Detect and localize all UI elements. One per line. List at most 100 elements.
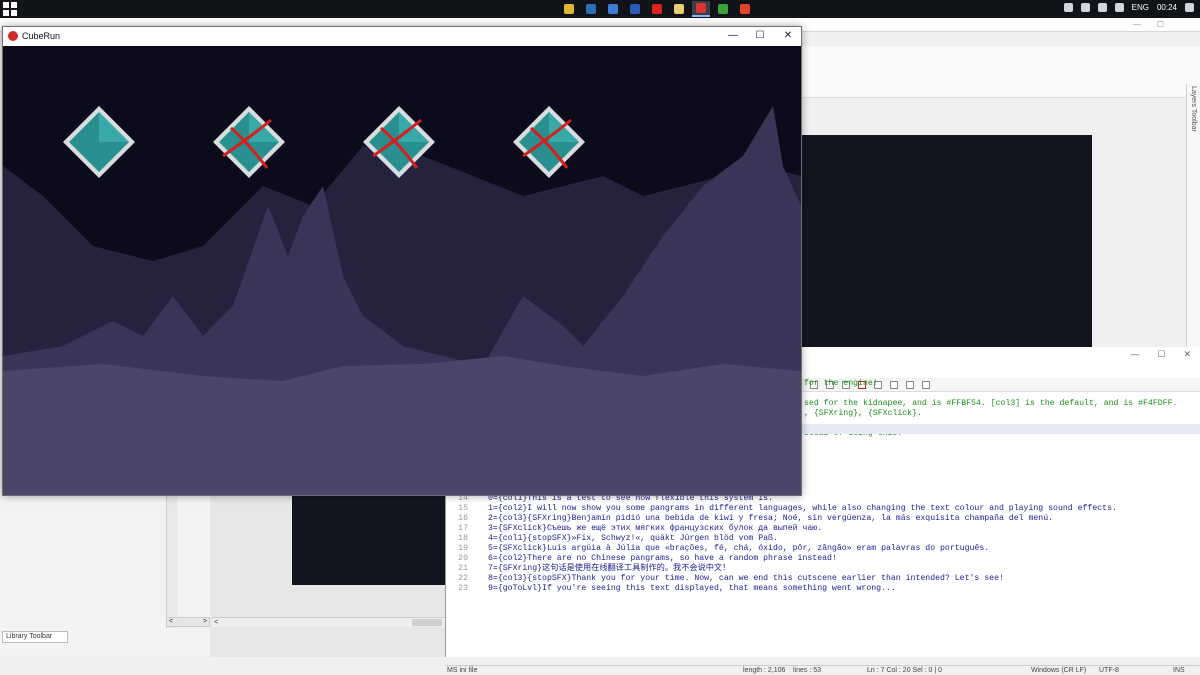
game-title-bar[interactable]: CubeRun — ☐ ✕: [3, 27, 801, 46]
taskbar-apps: [560, 1, 754, 17]
notifications-icon[interactable]: [1185, 3, 1194, 12]
line-number: 21: [458, 564, 468, 573]
minimize-button[interactable]: —: [1133, 20, 1141, 29]
code-text: 2={col3}{SFXring}Benjamín pidió una bebi…: [488, 514, 1054, 523]
scroll-right-arrow[interactable]: >: [203, 618, 207, 626]
life-gem-icon: [513, 106, 585, 178]
maximize-button[interactable]: ☐: [1157, 20, 1164, 29]
line-number: 17: [458, 524, 468, 533]
notes-icon[interactable]: [670, 1, 688, 17]
line-number: 20: [458, 554, 468, 563]
line-number: 16: [458, 514, 468, 523]
code-line: 20 6={col2}There are no Chinese pangrams,…: [446, 554, 1200, 564]
cuberun-logo-icon: [8, 31, 18, 41]
game-window: CubeRun — ☐ ✕: [2, 26, 802, 496]
red-app-icon-glyph: [652, 4, 662, 14]
line-number: 18: [458, 534, 468, 543]
code-text: , {SFXring}, {SFXclick}.: [804, 409, 922, 418]
code-text: 7={SFXring}这句话是使用在线翻译工具制作的。我不会说中文！: [488, 564, 731, 573]
chevron-up-icon[interactable]: [1063, 3, 1073, 12]
near-ground: [3, 356, 801, 495]
maximize-button[interactable]: ☐: [752, 29, 768, 43]
minimize-button[interactable]: —: [725, 29, 741, 43]
code-text: 1={col2}I will now show you some pangram…: [488, 504, 1117, 513]
scroll-left-arrow[interactable]: <: [169, 618, 173, 626]
code-text: sed for the kidnapee, and is #FFBF54. [c…: [804, 399, 1178, 408]
code-line: 23 9={goToLvl}If you're seeing this text …: [446, 584, 1200, 594]
word-icon[interactable]: [626, 1, 644, 17]
life-gem-icon: [63, 106, 135, 178]
steam-icon-glyph: [586, 4, 596, 14]
orange-app-icon[interactable]: [736, 1, 754, 17]
status-insert-mode: INS: [1173, 667, 1185, 674]
code-text: 4={col1}{stopSFX}»Fix, Schwyz!«, quäkt J…: [488, 534, 778, 543]
cuberun-icon[interactable]: [692, 1, 710, 17]
chrome-icon-glyph: [564, 4, 574, 14]
status-bar: MS ini file length : 2,106 lines : 53 Ln…: [445, 665, 1200, 675]
game-scene: [3, 106, 801, 495]
scroll-left-arrow[interactable]: <: [214, 619, 218, 626]
code-text: 5={SFXclick}Luís argüia à Júlia que «bra…: [488, 544, 990, 553]
code-text: 9={goToLvl}If you're seeing this text di…: [488, 584, 896, 593]
chrome-icon[interactable]: [560, 1, 578, 17]
code-text: 6={col2}There are no Chinese pangrams, s…: [488, 554, 837, 563]
code-line: 18 4={col1}{stopSFX}»Fix, Schwyz!«, quäkt…: [446, 534, 1200, 544]
volume-icon[interactable]: [1114, 3, 1124, 12]
code-line: 22 8={col3}{stopSFX}Thank you for your ti…: [446, 574, 1200, 584]
status-position: Ln : 7 Col : 20 Sel : 0 | 0: [867, 667, 942, 674]
steam-tray-icon[interactable]: [1080, 3, 1090, 12]
code-text: 8={col3}{stopSFX}Thank you for your time…: [488, 574, 1004, 583]
library-hscrollbar[interactable]: < >: [166, 617, 210, 627]
start-button[interactable]: [3, 2, 17, 16]
stage-hscrollbar[interactable]: <: [212, 617, 445, 627]
status-lines: lines : 53: [793, 667, 822, 674]
game-title: CubeRun: [22, 31, 61, 41]
steam-icon[interactable]: [582, 1, 600, 17]
close-button[interactable]: ✕: [1183, 349, 1191, 360]
explorer-icon[interactable]: [604, 1, 622, 17]
code-line: 19 5={SFXclick}Luís argüia à Júlia que «b…: [446, 544, 1200, 554]
network-icon[interactable]: [1097, 3, 1107, 12]
word-icon-glyph: [630, 4, 640, 14]
line-number: 23: [458, 584, 468, 593]
minimize-button[interactable]: —: [1130, 349, 1139, 360]
cuberun-icon-glyph: [696, 3, 706, 13]
status-file-type: MS ini file: [447, 667, 478, 674]
code-line: 17 3={SFXclick}Съешь же ещё этих мягких ф…: [446, 524, 1200, 534]
code-line: 16 2={col3}{SFXring}Benjamín pidió una be…: [446, 514, 1200, 524]
background-editor-window-controls: — ☐: [1133, 20, 1164, 29]
system-tray: ENG 00:24: [1063, 3, 1194, 12]
green-app-icon[interactable]: [714, 1, 732, 17]
line-number: 19: [458, 544, 468, 553]
code-text: 3={SFXclick}Съешь же ещё этих мягких фра…: [488, 524, 823, 533]
scroll-thumb[interactable]: [412, 619, 442, 626]
layers-toolbar-label: Layers Toolbar: [1190, 86, 1197, 132]
code-line: 15 1={col2}I will now show you some pangr…: [446, 504, 1200, 514]
text-editor-window-controls: — ☐ ✕: [1130, 349, 1191, 360]
code-text: for the engine!: [804, 379, 878, 388]
orange-app-icon-glyph: [740, 4, 750, 14]
status-eol: Windows (CR LF): [1031, 667, 1087, 674]
notes-icon-glyph: [674, 4, 684, 14]
game-canvas[interactable]: [3, 46, 801, 495]
library-scrollbar[interactable]: [166, 478, 178, 628]
library-toolbar-tab[interactable]: Library Toolbar: [2, 631, 68, 643]
background-editor-toolbar: [802, 46, 1200, 98]
close-button[interactable]: ✕: [780, 29, 796, 43]
line-number: 22: [458, 574, 468, 583]
status-encoding: UTF-8: [1099, 667, 1119, 674]
clock[interactable]: 00:24: [1157, 3, 1177, 12]
taskbar: ENG 00:24: [0, 0, 1200, 18]
life-gem-icon: [213, 106, 285, 178]
status-length: length : 2,106: [743, 667, 786, 674]
desktop: — ☐ Layers Toolbar < > Library Toolbar <…: [0, 0, 1200, 675]
red-app-icon[interactable]: [648, 1, 666, 17]
line-number: 15: [458, 504, 468, 513]
lives-indicator: [63, 106, 585, 178]
green-app-icon-glyph: [718, 4, 728, 14]
maximize-button[interactable]: ☐: [1157, 349, 1165, 360]
language-indicator[interactable]: ENG: [1132, 3, 1149, 12]
code-line: 21 7={SFXring}这句话是使用在线翻译工具制作的。我不会说中文！: [446, 564, 1200, 574]
layers-toolbar[interactable]: Layers Toolbar: [1186, 84, 1200, 384]
explorer-icon-glyph: [608, 4, 618, 14]
